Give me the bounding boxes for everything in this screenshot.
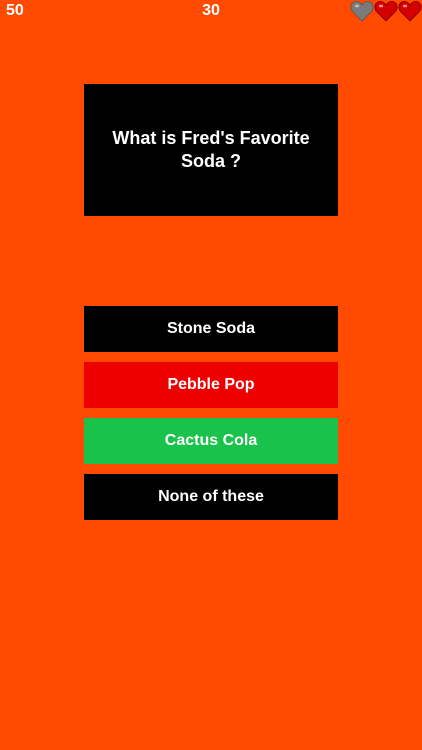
lives-indicator — [350, 0, 422, 22]
question-text: What is Fred's Favorite Soda ? — [112, 128, 310, 171]
question-card: What is Fred's Favorite Soda ? — [84, 84, 338, 216]
answer-button[interactable]: Cactus Cola — [84, 418, 338, 464]
heart-icon — [398, 1, 422, 22]
heart-icon — [374, 1, 398, 22]
heart-empty-icon — [350, 1, 374, 22]
answer-list: Stone Soda Pebble Pop Cactus Cola None o… — [84, 306, 338, 530]
answer-button[interactable]: Stone Soda — [84, 306, 338, 352]
answer-button[interactable]: Pebble Pop — [84, 362, 338, 408]
answer-button[interactable]: None of these — [84, 474, 338, 520]
